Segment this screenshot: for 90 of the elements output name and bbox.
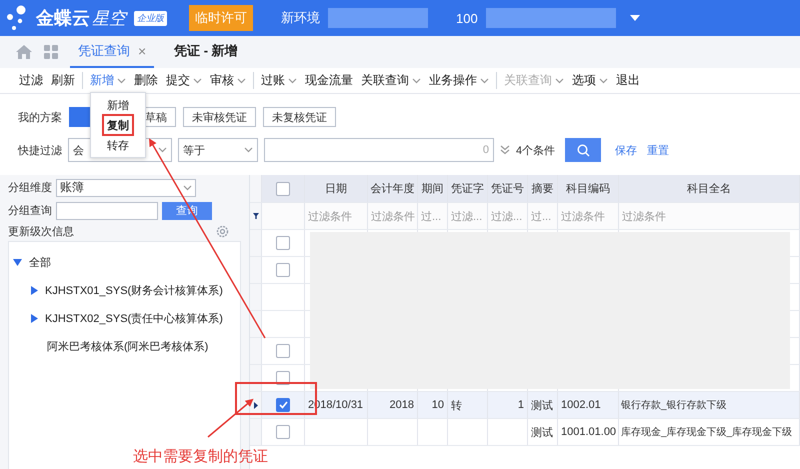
chevron-down-icon — [158, 147, 167, 153]
table-cell: 10 — [418, 392, 448, 418]
search-button[interactable] — [565, 138, 602, 162]
home-icon[interactable] — [16, 45, 32, 59]
table-cell: 库存现金_库存现金下级_库存现金下级 — [619, 419, 800, 445]
toolbar-button[interactable]: 提交 — [163, 72, 205, 89]
column-header[interactable]: 日期 — [305, 175, 368, 202]
toolbar-button[interactable]: 删除 — [131, 72, 161, 89]
caret-down-icon[interactable] — [630, 15, 640, 21]
table-cell: 测试 — [528, 392, 558, 418]
menu-item[interactable]: 新增 — [103, 95, 133, 115]
chevron-down-icon — [288, 78, 297, 84]
tree-item[interactable]: KJHSTX02_SYS(责任中心核算体系) — [45, 310, 223, 326]
tree-item[interactable]: KJHSTX01_SYS(财务会计核算体系) — [45, 282, 223, 298]
table-cell: 银行存款_银行存款下级 — [619, 392, 800, 418]
row-checkbox[interactable] — [276, 263, 290, 277]
column-header[interactable]: 会计年度 — [368, 175, 418, 202]
table-cell: 转 — [448, 392, 488, 418]
toolbar-button[interactable]: 刷新 — [48, 72, 78, 89]
table-cell: 1002.01 — [558, 392, 619, 418]
column-header[interactable]: 科目编码 — [558, 175, 619, 202]
scheme-label: 我的方案 — [18, 110, 62, 124]
column-header[interactable]: 科目全名 — [619, 175, 800, 202]
scheme-button[interactable]: 未审核凭证 — [183, 107, 256, 127]
chevron-down-icon — [183, 184, 192, 190]
brand-name: 金蝶云 — [36, 7, 90, 30]
tree-item[interactable]: 全部 — [29, 254, 51, 270]
column-header[interactable]: 凭证号 — [488, 175, 528, 202]
menu-item[interactable]: 转存 — [103, 135, 133, 155]
tab[interactable]: 凭证查询 × — [70, 36, 154, 68]
logo-dots-icon — [6, 5, 28, 31]
organization-label: 100 — [456, 10, 478, 26]
condition-count: 4个条件 — [516, 144, 556, 158]
gear-icon[interactable] — [216, 224, 229, 238]
table-cell: 测试 — [528, 419, 558, 445]
dimension-select[interactable]: 账簿 — [56, 178, 196, 196]
operator-select[interactable]: 等于 — [178, 138, 258, 162]
column-header[interactable]: 摘要 — [528, 175, 558, 202]
toolbar-button[interactable]: 关联查询 — [358, 72, 424, 89]
chevron-down-icon — [237, 78, 246, 84]
tree-item[interactable]: 阿米巴考核体系(阿米巴考核体系) — [47, 338, 208, 354]
tab[interactable]: 凭证 - 新增 — [166, 36, 246, 68]
chevron-down-icon — [555, 78, 564, 84]
environment-label: 新环境 — [281, 9, 320, 27]
toolbar-button[interactable]: 过滤 — [16, 72, 46, 89]
chevron-down-icon — [412, 78, 421, 84]
reset-link[interactable]: 重置 — [647, 142, 670, 158]
chevron-down-icon — [193, 78, 202, 84]
checkmark-icon — [278, 401, 288, 409]
row-checkbox[interactable] — [276, 398, 290, 412]
toolbar-button[interactable]: 过账 — [258, 72, 300, 89]
save-link[interactable]: 保存 — [615, 142, 638, 158]
table-cell: 1 — [488, 392, 528, 418]
chevron-down-icon — [599, 78, 608, 84]
level-info-label: 更新级次信息 — [8, 224, 74, 238]
row-checkbox[interactable] — [276, 236, 290, 250]
chevron-down-icon — [244, 147, 253, 153]
column-header[interactable]: 凭证字 — [448, 175, 488, 202]
toolbar-button[interactable]: 现金流量 — [302, 72, 356, 89]
select-all-checkbox[interactable] — [276, 182, 290, 196]
collapsed-triangle-icon[interactable] — [31, 314, 38, 322]
chevron-down-icon — [480, 78, 489, 84]
current-row-icon — [254, 402, 258, 408]
annotation-arrow — [208, 398, 254, 438]
collapsed-triangle-icon[interactable] — [31, 286, 38, 294]
row-checkbox[interactable] — [276, 344, 290, 358]
toolbar-button[interactable]: 审核 — [207, 72, 249, 89]
double-chevron-icon[interactable] — [500, 145, 510, 155]
query-field[interactable] — [56, 202, 158, 220]
expanded-triangle-icon[interactable] — [13, 258, 22, 266]
chevron-down-icon — [117, 78, 126, 84]
scheme-button[interactable]: 未复核凭证 — [263, 107, 336, 127]
search-icon — [576, 144, 590, 156]
toolbar-button[interactable]: 退出 — [613, 72, 643, 89]
grid-icon[interactable] — [44, 45, 58, 59]
column-header[interactable]: 期间 — [418, 175, 448, 202]
dimension-label: 分组维度 — [8, 180, 52, 195]
toolbar-button[interactable]: 新增 — [87, 72, 129, 89]
menu-item[interactable]: 复制 — [103, 115, 133, 135]
toolbar-button[interactable]: 业务操作 — [426, 72, 492, 89]
table-cell: 2018 — [368, 392, 418, 418]
table-cell: 1001.01.00 — [558, 419, 619, 445]
query-label: 分组查询 — [8, 204, 52, 218]
row-checkbox[interactable] — [276, 425, 290, 439]
brand-subtitle: 星空 — [92, 8, 126, 30]
edition-badge: 企业版 — [134, 10, 167, 26]
filter-icon[interactable] — [252, 213, 258, 219]
quick-filter-label: 快捷过滤 — [18, 144, 62, 158]
annotation-caption: 选中需要复制的凭证 — [133, 447, 268, 466]
toolbar-button[interactable]: 选项 — [569, 72, 611, 89]
